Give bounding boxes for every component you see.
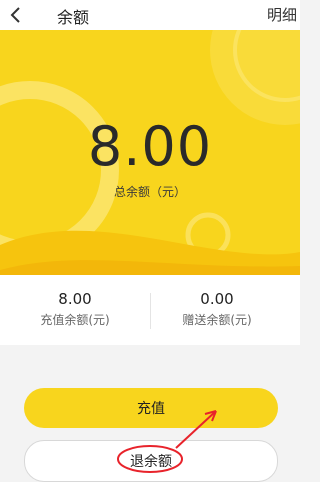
top-nav-bar: 余额 明细	[0, 0, 300, 30]
total-balance-value: 8.00	[87, 115, 213, 178]
recharge-button[interactable]: 充值	[24, 388, 278, 428]
balance-hero-card: 8.00 总余额（元）	[0, 30, 300, 295]
total-balance-label: 总余额（元）	[113, 185, 186, 199]
recharge-balance: 8.00 充值余额(元)	[0, 290, 150, 328]
back-chevron-icon[interactable]	[6, 4, 28, 26]
recharge-balance-label: 充值余额(元)	[40, 313, 110, 327]
detail-link[interactable]: 明细	[267, 4, 297, 25]
recharge-balance-value: 8.00	[58, 290, 92, 308]
gift-balance: 0.00 赠送余额(元)	[142, 290, 292, 328]
balance-breakdown: 8.00 充值余额(元) 0.00 赠送余额(元)	[0, 275, 300, 345]
gift-balance-value: 0.00	[200, 290, 234, 308]
gift-balance-label: 赠送余额(元)	[182, 313, 252, 327]
page-title: 余额	[57, 8, 90, 27]
refund-balance-button[interactable]: 退余额	[24, 440, 278, 482]
